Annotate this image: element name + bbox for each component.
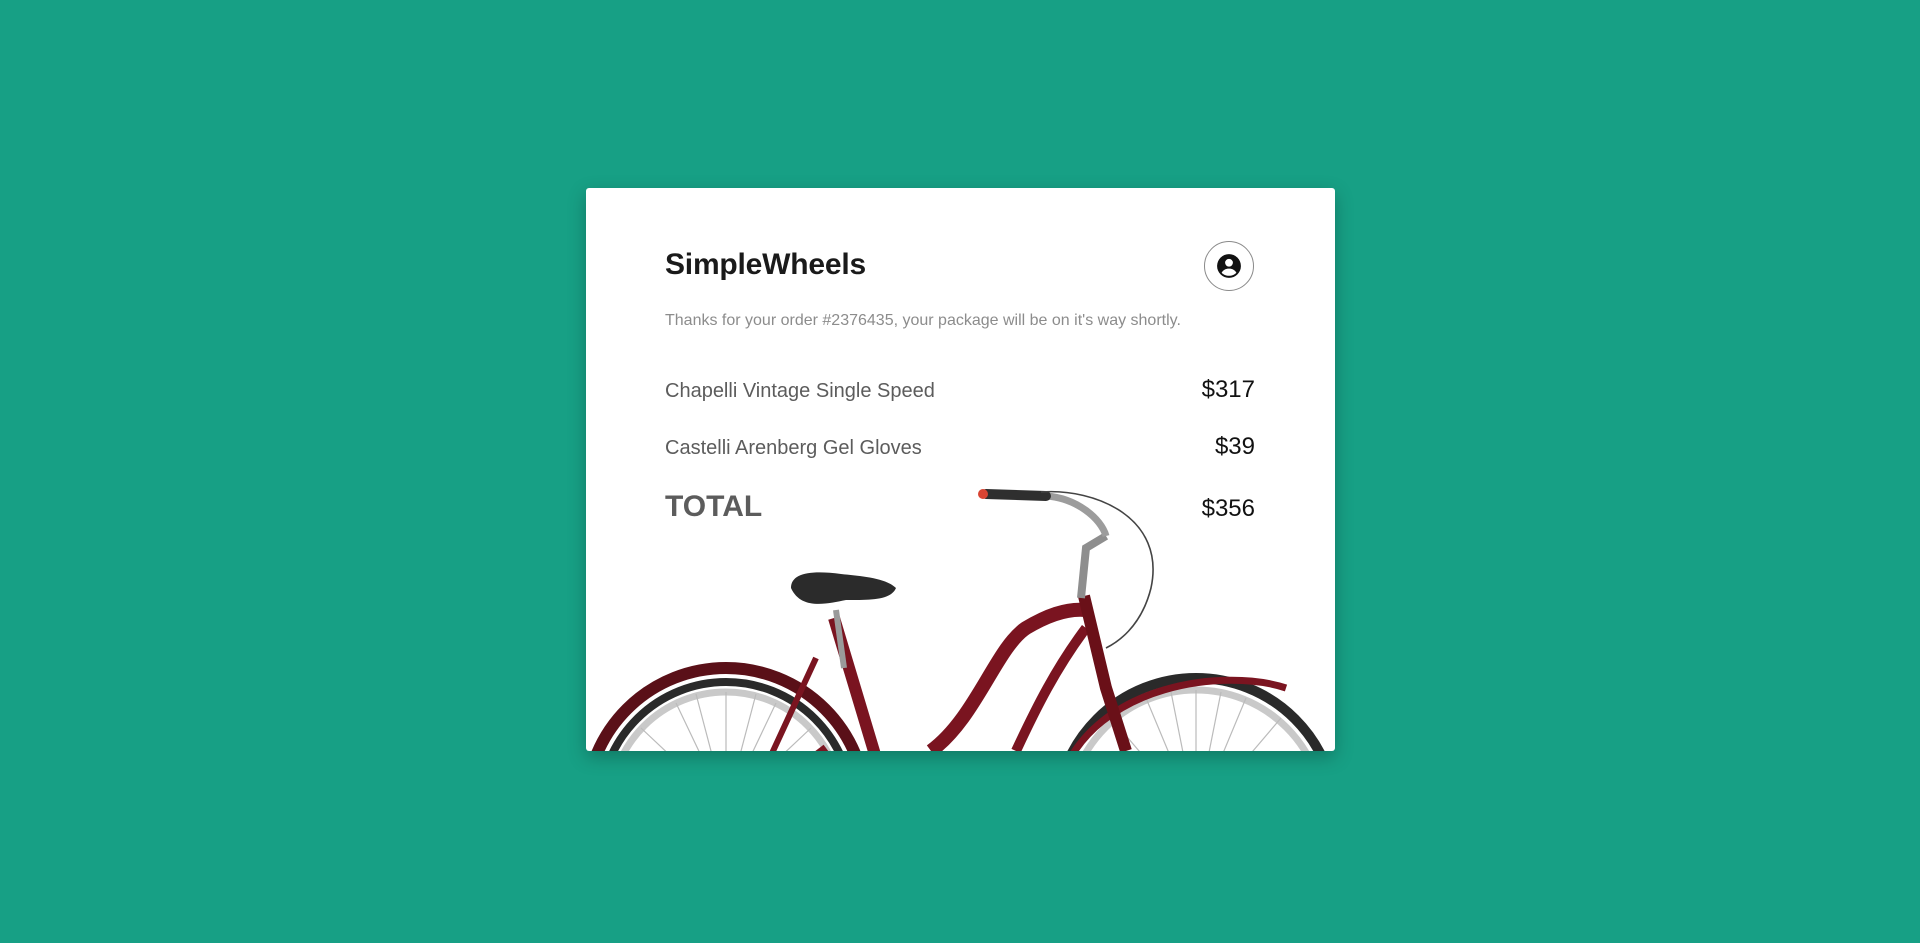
order-confirmation-card: SimpleWheels Thanks for your order #2376… [586, 188, 1335, 751]
front-wheel [1067, 673, 1325, 751]
brand-title: SimpleWheels [665, 248, 866, 281]
account-button[interactable] [1204, 241, 1254, 291]
bike-frame [769, 594, 1132, 751]
item-price: $39 [1214, 433, 1255, 460]
item-price: $317 [1201, 376, 1255, 403]
order-line-item: Chapelli Vintage Single Speed $317 [665, 376, 1255, 404]
saddle [791, 572, 896, 669]
handlebar [978, 489, 1154, 649]
order-line-item: Castelli Arenberg Gel Gloves $39 [665, 433, 1255, 461]
rear-wheel [591, 662, 861, 751]
account-circle-icon [1217, 254, 1241, 278]
item-name: Castelli Arenberg Gel Gloves [665, 437, 922, 459]
item-name: Chapelli Vintage Single Speed [665, 380, 935, 402]
order-message: Thanks for your order #2376435, your pac… [665, 312, 1181, 329]
bicycle-image [591, 489, 1325, 751]
